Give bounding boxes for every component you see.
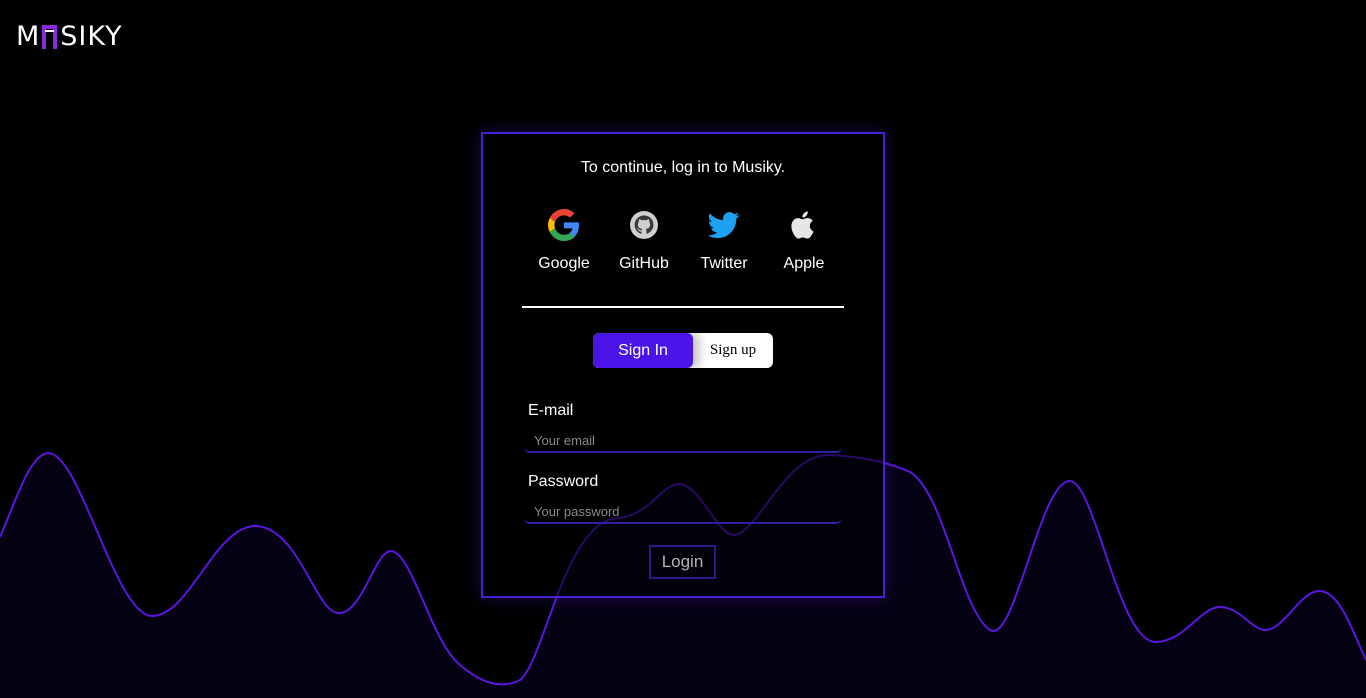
login-page: M SIKY To continue, log in to Musiky. Go… [0,0,1366,698]
apple-login-button[interactable]: Apple [764,209,844,273]
github-label: GitHub [619,255,669,272]
login-button[interactable]: Login [649,545,716,579]
logo-letter-m: M [16,21,41,52]
logo-u-mark [42,25,58,49]
twitter-icon [708,212,740,239]
google-login-button[interactable]: Google [524,209,604,273]
twitter-label: Twitter [700,255,748,272]
apple-icon [791,211,814,239]
email-input[interactable] [524,429,842,453]
password-label: Password [528,473,599,490]
musiky-logo[interactable]: M SIKY [16,22,123,52]
github-login-button[interactable]: GitHub [604,209,684,273]
github-icon [630,211,658,239]
google-icon [548,209,579,241]
sign-up-tab[interactable]: Sign up [693,333,773,368]
logo-letters-rest: SIKY [60,21,123,52]
apple-label: Apple [783,255,825,272]
login-card-title: To continue, log in to Musiky. [580,159,786,176]
sign-in-tab[interactable]: Sign In [593,333,693,368]
social-login-providers: Google GitHub Twitter Apple [524,209,844,273]
google-label: Google [538,255,590,272]
auth-mode-toggle: Sign In Sign up [593,333,773,368]
section-divider [522,306,844,308]
password-input[interactable] [524,500,842,524]
login-card: To continue, log in to Musiky. Google Gi… [481,132,885,598]
twitter-login-button[interactable]: Twitter [684,209,764,273]
email-label: E-mail [528,402,574,419]
